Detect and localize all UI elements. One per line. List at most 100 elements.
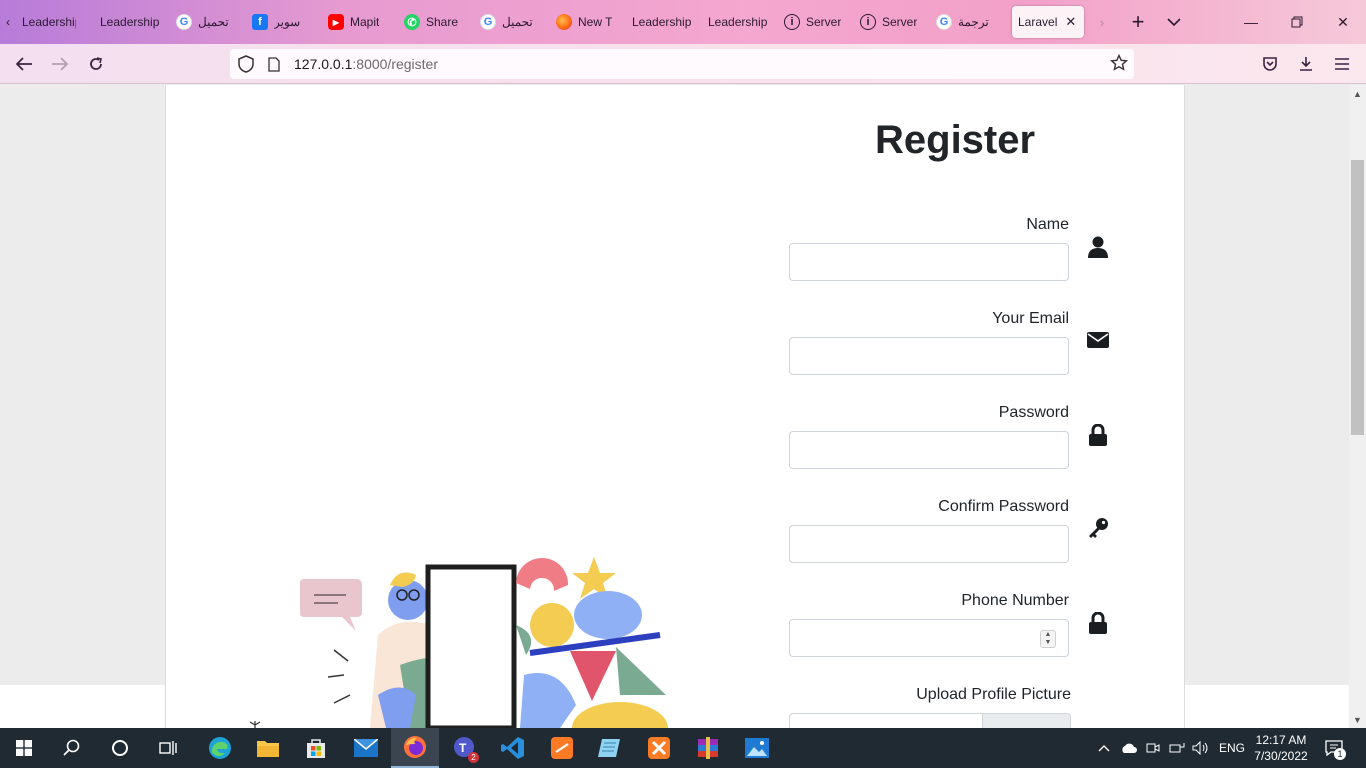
search-icon[interactable] <box>48 728 96 768</box>
show-hidden-icons-chevron[interactable] <box>1097 728 1111 768</box>
number-spinner[interactable]: ▲ ▼ <box>1040 630 1056 648</box>
google-icon: G <box>480 14 496 30</box>
teams-icon[interactable]: T 2 <box>440 728 488 768</box>
tab-label: Leadership <box>22 15 76 29</box>
close-window-icon[interactable]: ✕ <box>1320 0 1366 44</box>
tab-label: Server <box>882 15 918 29</box>
windows-taskbar: T 2 ENG 12:17 AM 7/30/2022 1 <box>0 728 1366 768</box>
onedrive-cloud-icon[interactable] <box>1120 728 1138 768</box>
tab-scroll-left-button[interactable]: ‹ <box>0 6 16 38</box>
bookmark-star-icon[interactable] <box>1109 53 1129 75</box>
plant-icon <box>248 718 262 731</box>
scroll-up-arrow-icon[interactable]: ▲ <box>1349 85 1366 102</box>
browser-tab[interactable]: Leadership <box>626 6 702 38</box>
phone-number-label: Phone Number <box>961 592 1069 609</box>
notepad-icon[interactable] <box>586 728 634 768</box>
whatsapp-icon: ✆ <box>404 14 420 30</box>
confirm-password-label: Confirm Password <box>938 498 1069 515</box>
tab-label: Mapit <box>350 15 380 29</box>
browser-tab[interactable]: G تحميل <box>170 6 246 38</box>
url-text: 127.0.0.1:8000/register <box>294 56 438 72</box>
url-host: 127.0.0.1 <box>294 56 353 72</box>
cortana-icon[interactable] <box>96 728 144 768</box>
svg-text:T: T <box>459 741 467 755</box>
pocket-icon[interactable] <box>1256 50 1284 78</box>
browser-tab[interactable]: Leadership <box>702 6 778 38</box>
firefox-taskbar-icon[interactable] <box>391 728 439 768</box>
tab-label: Share <box>426 15 459 29</box>
browser-tab[interactable]: Leadership <box>16 6 82 38</box>
facebook-icon: f <box>252 14 268 30</box>
page-scrollbar[interactable]: ▲ ▼ <box>1349 85 1366 728</box>
tab-label: Leadership <box>632 15 692 29</box>
file-explorer-icon[interactable] <box>244 728 292 768</box>
sublime-text-icon[interactable] <box>538 728 586 768</box>
browser-tab[interactable]: i Server <box>778 6 854 38</box>
reload-icon[interactable] <box>82 50 110 78</box>
password-label: Password <box>998 404 1069 421</box>
browser-tab[interactable]: i Server <box>854 6 930 38</box>
browser-tab[interactable]: G ترجمة <box>930 6 1006 38</box>
teams-badge: 2 <box>468 752 479 763</box>
list-tabs-chevron-icon[interactable] <box>1156 6 1192 38</box>
hamburger-menu-icon[interactable] <box>1328 50 1356 78</box>
downloads-icon[interactable] <box>1292 50 1320 78</box>
browser-tab[interactable]: ✆ Share <box>398 6 474 38</box>
browser-tab[interactable]: G تحميل <box>474 6 550 38</box>
page-icon <box>268 56 282 72</box>
google-icon: G <box>936 14 952 30</box>
tab-label: Laravel <box>1018 15 1058 29</box>
youtube-icon: ▶ <box>328 14 344 30</box>
microsoft-store-icon[interactable] <box>292 728 340 768</box>
notifications-icon[interactable]: 1 <box>1325 728 1346 768</box>
info-icon: i <box>860 14 876 30</box>
tab-label: Server <box>806 15 842 29</box>
user-icon <box>1086 235 1110 259</box>
scroll-down-arrow-icon[interactable]: ▼ <box>1349 711 1366 728</box>
google-icon: G <box>176 14 192 30</box>
shield-icon[interactable] <box>238 55 256 73</box>
language-indicator[interactable]: ENG <box>1219 728 1245 768</box>
vscode-icon[interactable] <box>489 728 537 768</box>
back-arrow-icon[interactable] <box>10 50 38 78</box>
tab-label: New T <box>578 15 613 29</box>
password-input[interactable] <box>789 431 1069 469</box>
tab-label: Leadership <box>100 15 160 29</box>
url-bar[interactable]: 127.0.0.1:8000/register <box>230 49 1134 79</box>
windows-start-icon[interactable] <box>0 728 48 768</box>
tab-label: تحميل <box>198 15 229 29</box>
email-label: Your Email <box>992 310 1069 327</box>
browser-tab-active[interactable]: Laravel ✕ <box>1012 6 1084 38</box>
browser-tab[interactable]: ▶ Mapit <box>322 6 398 38</box>
register-illustration <box>290 555 670 728</box>
winrar-icon[interactable] <box>684 728 732 768</box>
tab-scroll-right-button[interactable]: › <box>1084 6 1120 38</box>
browser-navbar: 127.0.0.1:8000/register <box>0 44 1366 84</box>
restore-window-icon[interactable] <box>1274 0 1320 44</box>
edge-browser-icon[interactable] <box>196 728 244 768</box>
network-icon[interactable] <box>1169 728 1185 768</box>
tab-label: تحميل <box>502 15 533 29</box>
browser-tab[interactable]: Leadership <box>94 6 170 38</box>
email-input[interactable] <box>789 337 1069 375</box>
new-tab-plus-icon[interactable]: + <box>1120 6 1156 38</box>
task-view-icon[interactable] <box>144 728 192 768</box>
system-clock[interactable]: 12:17 AM 7/30/2022 <box>1246 732 1316 764</box>
xampp-icon[interactable] <box>635 728 683 768</box>
minimize-window-icon[interactable]: — <box>1228 0 1274 44</box>
volume-icon[interactable] <box>1192 728 1210 768</box>
browser-tab[interactable]: New T <box>550 6 626 38</box>
mail-icon[interactable] <box>342 728 390 768</box>
name-input[interactable] <box>789 243 1069 281</box>
phone-number-input[interactable]: ▲ ▼ <box>789 619 1069 657</box>
forward-arrow-icon[interactable] <box>46 50 74 78</box>
lock-icon <box>1086 423 1110 447</box>
close-tab-icon[interactable]: ✕ <box>1065 14 1076 30</box>
tab-label: سوير <box>274 15 301 29</box>
meet-now-icon[interactable] <box>1146 728 1160 768</box>
photos-icon[interactable] <box>733 728 781 768</box>
confirm-password-input[interactable] <box>789 525 1069 563</box>
key-icon <box>1086 516 1110 540</box>
browser-tab[interactable]: f سوير <box>246 6 322 38</box>
scrollbar-thumb[interactable] <box>1351 160 1364 435</box>
